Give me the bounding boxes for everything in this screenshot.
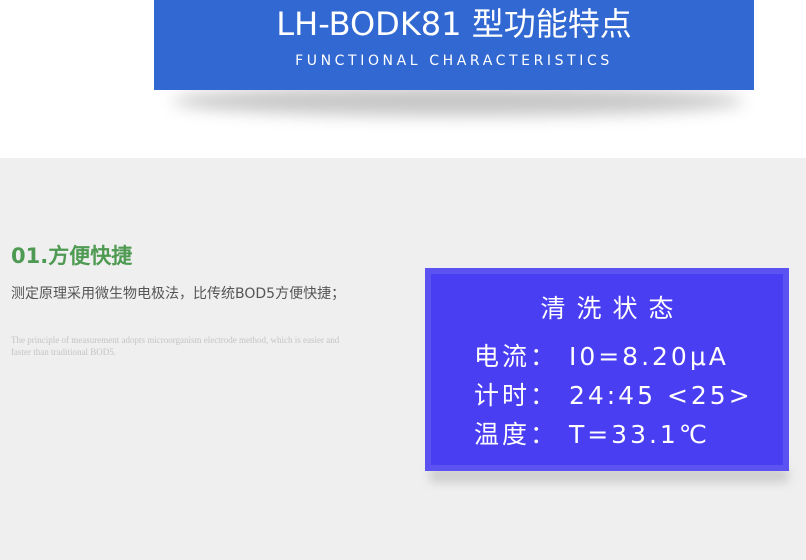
display-timer-line: 计时： 24:45 <25> [474, 381, 753, 410]
banner-subtitle: FUNCTIONAL CHARACTERISTICS [295, 53, 613, 69]
lcd-display: 清洗状态 电流： I0=8.20μA 计时： 24:45 <25> 温度： T=… [425, 268, 789, 471]
page: LH-BODK81 型功能特点 FUNCTIONAL CHARACTERISTI… [0, 0, 806, 560]
lcd-screen: 清洗状态 电流： I0=8.20μA 计时： 24:45 <25> 温度： T=… [431, 274, 783, 465]
display-title: 清洗状态 [540, 294, 685, 323]
feature-description: 测定原理采用微生物电极法，比传统BOD5方便快捷； [11, 286, 346, 302]
header-banner: LH-BODK81 型功能特点 FUNCTIONAL CHARACTERISTI… [154, 0, 754, 90]
display-temperature-line: 温度： T=33.1℃ [474, 420, 710, 449]
feature-description-english: The principle of measurement adopts micr… [11, 335, 340, 357]
banner-title: LH-BODK81 型功能特点 [276, 5, 632, 43]
display-current-line: 电流： I0=8.20μA [474, 342, 729, 371]
feature-title: 01.方便快捷 [11, 244, 133, 268]
banner-shadow [172, 86, 744, 116]
